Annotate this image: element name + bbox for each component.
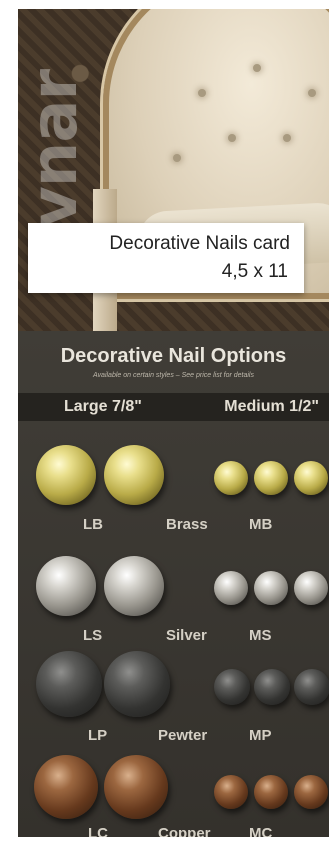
medium-brass-nail	[294, 461, 328, 495]
medium-silver-nail	[254, 571, 288, 605]
large-copper-nail	[104, 755, 168, 819]
large-pewter-nail	[104, 651, 170, 717]
row-medium-code: MS	[249, 627, 272, 644]
size-medium-label: Medium 1/2"	[224, 398, 319, 415]
medium-pewter-nail	[294, 669, 329, 705]
row-finish: Copper	[158, 825, 211, 837]
medium-brass-nail	[214, 461, 248, 495]
medium-copper-nail	[294, 775, 328, 809]
size-large-label: Large 7/8"	[64, 398, 142, 415]
medium-pewter-nail	[254, 669, 290, 705]
row-large-code: LP	[88, 727, 108, 744]
medium-copper-nail	[254, 775, 288, 809]
large-pewter-nail	[36, 651, 102, 717]
row-large-code: LB	[83, 516, 103, 533]
panel-subtitle: Available on certain styles – See price …	[93, 372, 254, 379]
large-silver-nail	[36, 556, 96, 616]
row-large-code: LS	[83, 627, 103, 644]
large-brass-nail	[104, 445, 164, 505]
medium-pewter-nail	[214, 669, 250, 705]
row-medium-code: MB	[249, 516, 273, 533]
medium-silver-nail	[294, 571, 328, 605]
panel-title: Decorative Nail Options	[60, 345, 287, 367]
medium-silver-nail	[214, 571, 248, 605]
headboard-photo: avnar Decorative Nails card 4,5 x 11	[18, 9, 329, 331]
nail-options-card: avnar Decorative Nails card 4,5 x 11 Dec…	[18, 9, 329, 837]
large-copper-nail	[34, 755, 98, 819]
tuft	[228, 134, 236, 142]
row-finish: Brass	[166, 516, 208, 533]
tuft	[198, 89, 206, 97]
row-large-code: LC	[88, 825, 108, 837]
card-label-title: Decorative Nails card	[109, 233, 290, 254]
card-label-box: Decorative Nails card 4,5 x 11	[28, 223, 304, 293]
size-header-bar: Large 7/8" Medium 1/2"	[18, 393, 329, 421]
tuft	[173, 154, 181, 162]
nail-options-panel: Decorative Nail Options Available on cer…	[18, 331, 329, 837]
medium-brass-nail	[254, 461, 288, 495]
row-finish: Silver	[166, 627, 207, 644]
tuft	[283, 134, 291, 142]
large-silver-nail	[104, 556, 164, 616]
tuft	[253, 64, 261, 72]
row-finish: Pewter	[158, 727, 208, 744]
large-brass-nail	[36, 445, 96, 505]
medium-copper-nail	[214, 775, 248, 809]
card-label-size: 4,5 x 11	[221, 261, 288, 282]
tuft	[308, 89, 316, 97]
row-medium-code: MP	[249, 727, 272, 744]
row-medium-code: MC	[249, 825, 273, 837]
